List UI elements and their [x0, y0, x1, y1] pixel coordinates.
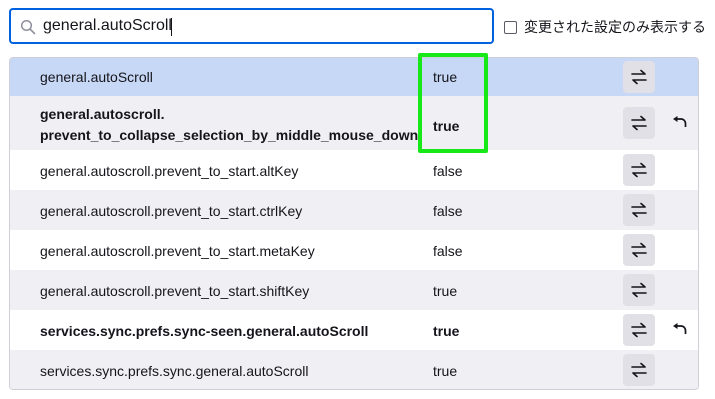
pref-row[interactable]: general.autoscroll.prevent_to_start.altK… — [10, 150, 698, 190]
pref-name-line-2: prevent_to_collapse_selection_by_middle_… — [40, 127, 419, 143]
toggle-arrows-icon — [631, 242, 647, 258]
toggle-button[interactable] — [623, 354, 655, 386]
pref-value: true — [433, 283, 458, 299]
preferences-table: general.autoScroll true general.autoscro… — [9, 57, 699, 390]
pref-name-line-1: general.autoscroll. — [40, 106, 165, 122]
pref-row[interactable]: general.autoscroll. prevent_to_collapse_… — [10, 96, 698, 150]
pref-value: false — [433, 163, 463, 179]
pref-value: true — [433, 69, 458, 85]
pref-row[interactable]: general.autoScroll true — [10, 58, 698, 96]
pref-name: services.sync.prefs.sync.general.autoScr… — [40, 363, 309, 379]
pref-row[interactable]: general.autoscroll.prevent_to_start.meta… — [10, 230, 698, 270]
pref-name: general.autoscroll.prevent_to_start.ctrl… — [40, 203, 303, 219]
toggle-button[interactable] — [623, 194, 655, 226]
modified-only-checkbox[interactable] — [504, 20, 517, 34]
reset-button[interactable] — [670, 320, 690, 340]
search-icon — [20, 19, 36, 35]
pref-value: true — [433, 363, 458, 379]
search-input[interactable] — [43, 15, 483, 37]
undo-icon — [673, 116, 687, 127]
pref-row[interactable]: services.sync.prefs.sync-seen.general.au… — [10, 310, 698, 350]
reset-button[interactable] — [670, 113, 690, 133]
toggle-arrows-icon — [631, 282, 647, 298]
toggle-arrows-icon — [631, 322, 647, 338]
toggle-arrows-icon — [631, 362, 647, 378]
pref-name: general.autoscroll.prevent_to_start.shif… — [40, 283, 310, 299]
pref-value: false — [433, 243, 463, 259]
undo-icon — [673, 323, 687, 334]
toggle-button[interactable] — [623, 314, 655, 346]
pref-value: true — [433, 118, 460, 134]
search-field[interactable] — [9, 8, 494, 44]
pref-row[interactable]: general.autoscroll.prevent_to_start.ctrl… — [10, 190, 698, 230]
pref-name: services.sync.prefs.sync-seen.general.au… — [40, 323, 369, 339]
toggle-arrows-icon — [631, 69, 647, 85]
toggle-arrows-icon — [631, 202, 647, 218]
toggle-arrows-icon — [631, 162, 647, 178]
pref-row[interactable]: general.autoscroll.prevent_to_start.shif… — [10, 270, 698, 310]
pref-row[interactable]: services.sync.prefs.sync.general.autoScr… — [10, 350, 698, 389]
modified-only-filter[interactable]: 変更された設定のみ表示する — [504, 17, 706, 37]
pref-name: general.autoscroll.prevent_to_start.meta… — [40, 243, 315, 259]
toggle-button[interactable] — [623, 274, 655, 306]
pref-value: true — [433, 323, 460, 339]
modified-only-label: 変更された設定のみ表示する — [524, 19, 706, 35]
toggle-button[interactable] — [623, 234, 655, 266]
pref-value: false — [433, 203, 463, 219]
text-caret — [171, 18, 172, 36]
toggle-button[interactable] — [623, 61, 655, 93]
toggle-arrows-icon — [631, 115, 647, 131]
pref-name: general.autoScroll — [40, 69, 153, 85]
toggle-button[interactable] — [623, 154, 655, 186]
pref-name: general.autoscroll.prevent_to_start.altK… — [40, 163, 299, 179]
toggle-button[interactable] — [623, 107, 655, 139]
